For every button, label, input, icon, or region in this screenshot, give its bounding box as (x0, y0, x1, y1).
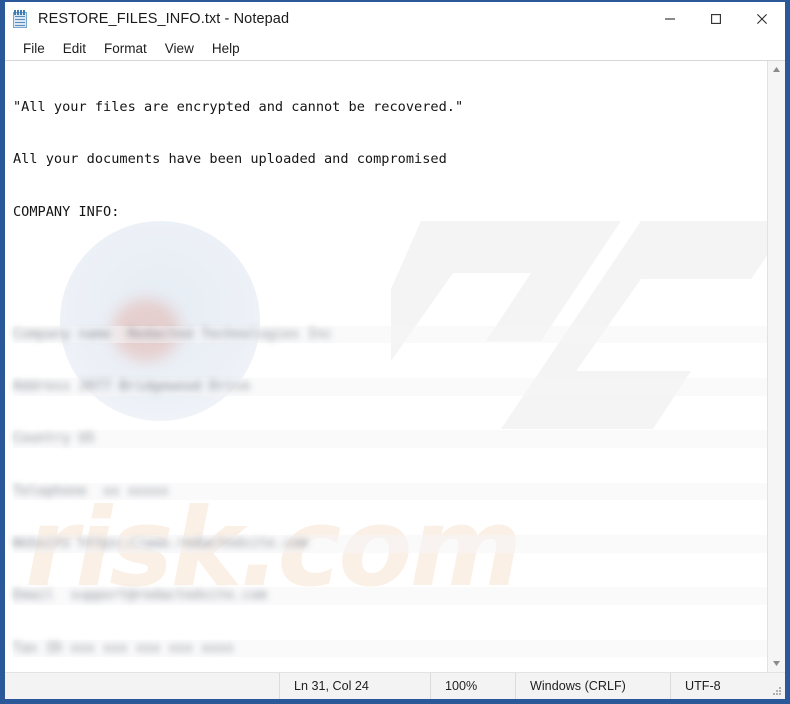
notepad-window: RESTORE_FILES_INFO.txt - Notepad File Ed… (0, 0, 790, 704)
redacted-line: Telephone xx xxxxx (13, 482, 767, 501)
redacted-text: Company name Redacted Technologies Inc (13, 325, 333, 342)
scroll-down-icon (773, 661, 780, 666)
document-text[interactable]: "All your files are encrypted and cannot… (5, 61, 767, 672)
close-icon (757, 14, 767, 24)
text-line: "All your files are encrypted and cannot… (13, 98, 464, 115)
title-bar-left: RESTORE_FILES_INFO.txt - Notepad (5, 9, 290, 29)
scroll-up-icon (773, 67, 780, 72)
text-editor[interactable]: risk.com "All your files are encrypted a… (5, 61, 767, 672)
status-bar: Ln 31, Col 24 100% Windows (CRLF) UTF-8 (5, 672, 785, 699)
redacted-text: Country US (13, 430, 95, 447)
vertical-scrollbar[interactable] (767, 61, 785, 672)
menu-item-view[interactable]: View (157, 39, 204, 58)
maximize-icon (711, 14, 721, 24)
status-zoom-level[interactable]: 100% (430, 673, 515, 699)
notepad-icon (12, 9, 29, 29)
text-line: All your documents have been uploaded an… (13, 151, 447, 168)
redacted-text: Email support@redactedsite.com (13, 587, 267, 604)
menu-bar: File Edit Format View Help (5, 36, 785, 60)
menu-item-help[interactable]: Help (204, 39, 250, 58)
menu-item-file[interactable]: File (15, 39, 55, 58)
redacted-line: Company name Redacted Technologies Inc (13, 325, 767, 344)
redacted-text: Website https://www.redactedsite.com (13, 535, 308, 552)
status-cursor-position: Ln 31, Col 24 (279, 673, 430, 699)
status-spacer (5, 673, 279, 699)
text-line: COMPANY INFO: (13, 203, 120, 220)
minimize-button[interactable] (647, 2, 693, 36)
status-encoding[interactable]: UTF-8 (670, 673, 785, 699)
text-line (13, 256, 767, 273)
minimize-icon (665, 18, 675, 20)
status-line-ending[interactable]: Windows (CRLF) (515, 673, 670, 699)
redacted-line: Website https://www.redactedsite.com (13, 535, 767, 553)
close-button[interactable] (739, 2, 785, 36)
redacted-text: Address 2077 Bridgewood Drive (13, 378, 251, 395)
redacted-line: Email support@redactedsite.com (13, 587, 767, 605)
scroll-up-button[interactable] (768, 61, 785, 78)
maximize-button[interactable] (693, 2, 739, 36)
redacted-text: Telephone xx xxxxx (13, 482, 169, 499)
redacted-text: Tax ID xxx xxx xxx xxx xxxx (13, 639, 234, 656)
redacted-line: Address 2077 Bridgewood Drive (13, 378, 767, 396)
window-controls (647, 2, 785, 36)
redacted-line: Country US (13, 430, 767, 448)
title-bar: RESTORE_FILES_INFO.txt - Notepad (5, 2, 785, 36)
redacted-line: Tax ID xxx xxx xxx xxx xxxx (13, 639, 767, 658)
editor-area: risk.com "All your files are encrypted a… (5, 60, 785, 672)
window-title: RESTORE_FILES_INFO.txt - Notepad (38, 11, 290, 27)
resize-grip-icon[interactable] (772, 686, 782, 696)
scroll-down-button[interactable] (768, 655, 785, 672)
menu-item-format[interactable]: Format (96, 39, 157, 58)
menu-item-edit[interactable]: Edit (55, 39, 96, 58)
